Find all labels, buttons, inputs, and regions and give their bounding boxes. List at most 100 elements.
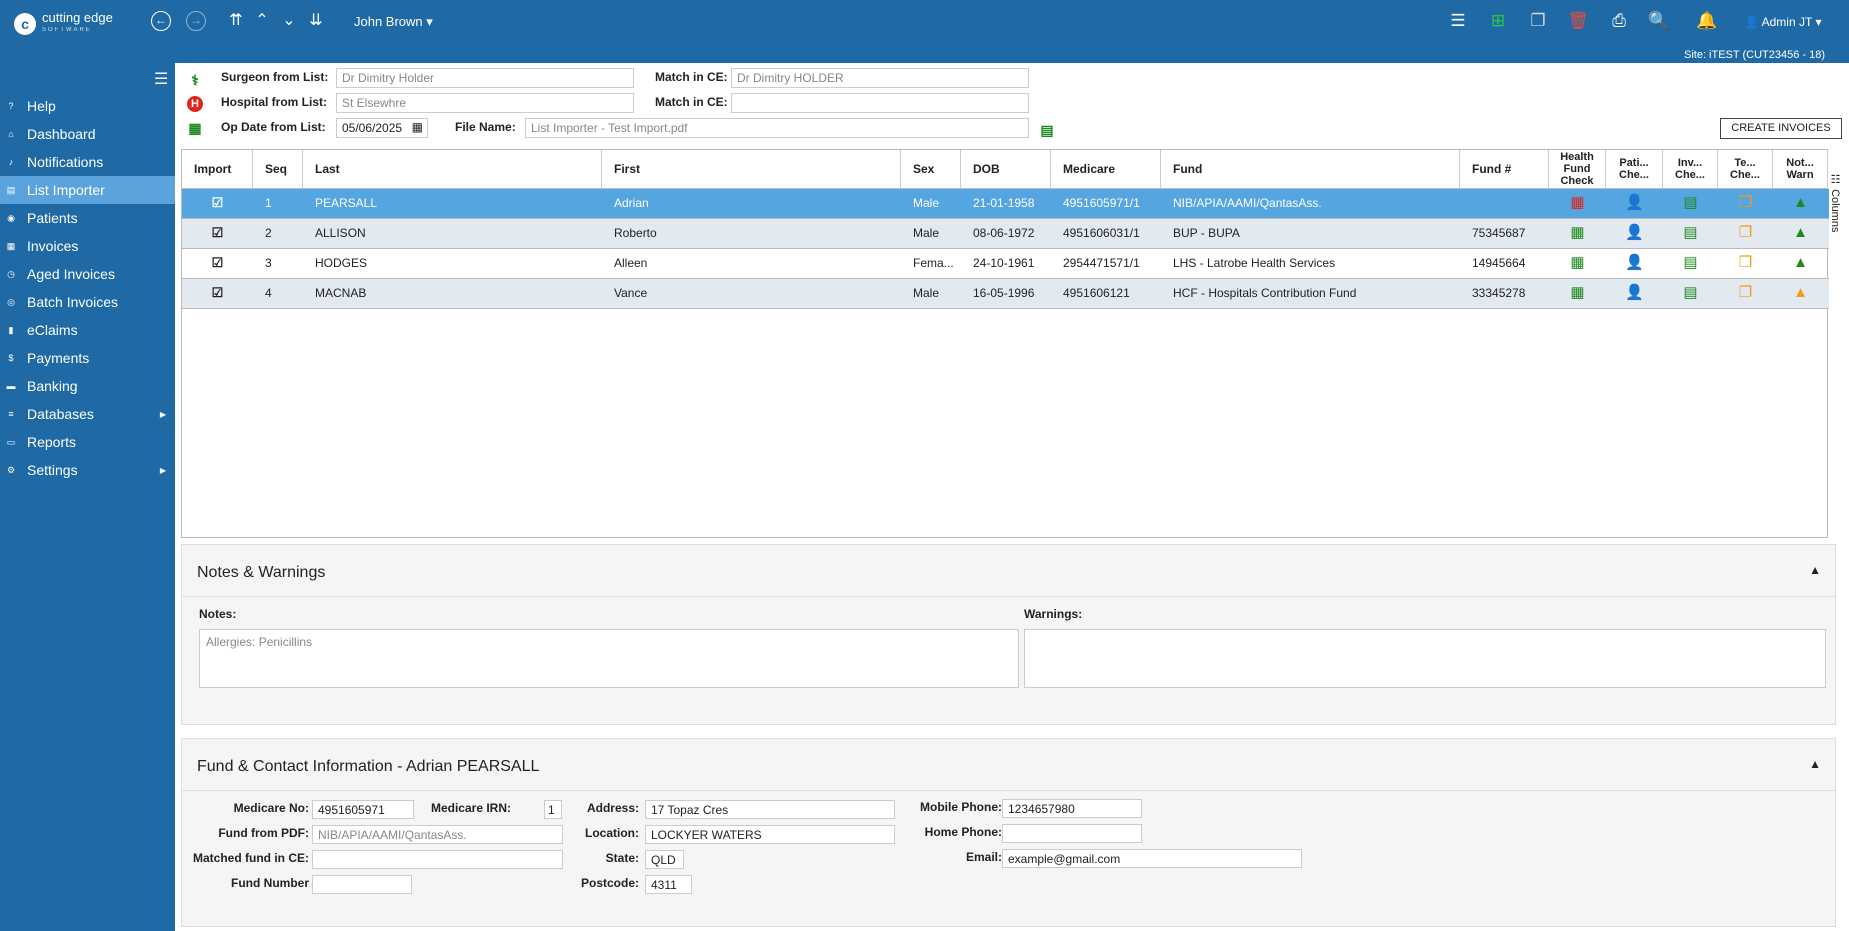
import-checkbox[interactable]: ☑ <box>212 219 224 247</box>
table-row[interactable]: ☑ 3 HODGES Alleen Fema... 24-10-1961 295… <box>182 249 1829 279</box>
columns-toggle[interactable]: ☷ Columns <box>1828 173 1842 243</box>
sidebar-item-aged-invoices[interactable]: ◷ Aged Invoices <box>0 260 175 288</box>
template-check-icon[interactable]: ❐ <box>1739 219 1752 247</box>
op-date-field[interactable]: 05/06/2025 ▦ <box>336 118 428 138</box>
table-row[interactable]: ☑ 2 ALLISON Roberto Male 08-06-1972 4951… <box>182 219 1829 249</box>
health-fund-status-icon[interactable]: ▦ <box>1570 249 1584 277</box>
previous-record-icon[interactable]: ⌃ <box>252 11 272 31</box>
chevron-up-icon[interactable]: ▲ <box>1809 563 1821 577</box>
warning-icon[interactable]: ▲ <box>1793 279 1808 307</box>
sidebar-item-reports[interactable]: ▭ Reports <box>0 428 175 456</box>
postcode-field[interactable]: 4311 <box>645 875 692 894</box>
calendar-picker-icon[interactable]: ▦ <box>412 120 423 134</box>
health-fund-status-icon[interactable]: ▦ <box>1570 189 1584 217</box>
column-header-invoice-check[interactable]: Inv... Che... <box>1663 150 1718 189</box>
import-checkbox[interactable]: ☑ <box>212 189 224 217</box>
import-checkbox[interactable]: ☑ <box>212 249 224 277</box>
column-header-health-fund-check[interactable]: Health Fund Check <box>1549 150 1606 189</box>
sidebar-item-notifications[interactable]: ♪ Notifications <box>0 148 175 176</box>
column-header-fund-number[interactable]: Fund # <box>1460 150 1549 189</box>
chevron-up-icon[interactable]: ▲ <box>1809 757 1821 771</box>
email-field[interactable]: example@gmail.com <box>1002 849 1302 868</box>
health-fund-status-icon[interactable]: ▦ <box>1570 279 1584 307</box>
column-header-first[interactable]: First <box>602 150 901 189</box>
invoice-check-icon[interactable]: ▤ <box>1683 189 1697 217</box>
sidebar-item-patients[interactable]: ◉ Patients <box>0 204 175 232</box>
notes-textarea[interactable]: Allergies: Penicillins <box>199 629 1019 688</box>
health-fund-status-icon[interactable]: ▦ <box>1570 219 1584 247</box>
next-record-icon[interactable]: ⌄ <box>279 11 299 31</box>
warning-icon[interactable]: ▲ <box>1793 219 1808 247</box>
location-field[interactable]: LOCKYER WATERS <box>645 825 895 844</box>
mobile-phone-field[interactable]: 1234657980 <box>1002 799 1142 818</box>
sidebar-item-payments[interactable]: $ Payments <box>0 344 175 372</box>
patient-check-icon[interactable]: 👤 <box>1625 189 1644 217</box>
template-check-icon[interactable]: ❐ <box>1739 279 1752 307</box>
surgeon-from-list-field[interactable]: Dr Dimitry Holder <box>336 68 634 88</box>
column-header-seq[interactable]: Seq <box>253 150 303 189</box>
import-checkbox[interactable]: ☑ <box>212 279 224 307</box>
patient-selector-dropdown[interactable]: John Brown ▾ <box>354 14 433 30</box>
medicare-irn-field[interactable]: 1 <box>544 800 562 819</box>
template-check-icon[interactable]: ❐ <box>1739 249 1752 277</box>
fund-number-field[interactable] <box>312 875 412 894</box>
address-field[interactable]: 17 Topaz Cres <box>645 800 895 819</box>
column-header-fund[interactable]: Fund <box>1161 150 1460 189</box>
create-invoices-button[interactable]: CREATE INVOICES <box>1720 118 1842 139</box>
column-header-notes-warn[interactable]: Not... Warn <box>1773 150 1828 189</box>
column-header-template-check[interactable]: Te... Che... <box>1718 150 1773 189</box>
sidebar-item-settings[interactable]: ⚙ Settings ▶ <box>0 456 175 484</box>
column-header-patient-check[interactable]: Pati... Che... <box>1606 150 1663 189</box>
table-row[interactable]: ☑ 1 PEARSALL Adrian Male 21-01-1958 4951… <box>182 189 1829 219</box>
column-header-sex[interactable]: Sex <box>901 150 961 189</box>
invoice-check-icon[interactable]: ▤ <box>1683 249 1697 277</box>
add-icon[interactable]: ⊞ <box>1487 10 1509 32</box>
medicare-no-field[interactable]: 4951605971 <box>312 800 414 819</box>
sidebar-item-dashboard[interactable]: ⌂ Dashboard <box>0 120 175 148</box>
home-phone-field[interactable] <box>1002 824 1142 843</box>
sidebar-item-eclaims[interactable]: ▮ eClaims <box>0 316 175 344</box>
state-field[interactable]: QLD <box>645 850 684 869</box>
sidebar-item-batch-invoices[interactable]: ◎ Batch Invoices <box>0 288 175 316</box>
matched-fund-field[interactable] <box>312 850 563 869</box>
forward-icon[interactable]: → <box>186 11 206 31</box>
fund-contact-header[interactable]: Fund & Contact Information - Adrian PEAR… <box>182 739 1835 791</box>
hospital-match-field[interactable] <box>731 93 1029 113</box>
patient-check-icon[interactable]: 👤 <box>1625 219 1644 247</box>
admin-dropdown[interactable]: 👤 Admin JT ▾ <box>1744 15 1821 29</box>
table-row[interactable]: ☑ 4 MACNAB Vance Male 16-05-1996 4951606… <box>182 279 1829 309</box>
sidebar-item-list-importer[interactable]: ▤ List Importer <box>0 176 175 204</box>
fund-from-pdf-field[interactable]: NIB/APIA/AAMI/QantasAss. <box>312 825 563 844</box>
copy-icon[interactable]: ❐ <box>1527 10 1549 32</box>
last-record-icon[interactable]: ⇊ <box>306 11 326 31</box>
patient-check-icon[interactable]: 👤 <box>1625 249 1644 277</box>
excel-file-icon[interactable]: ▤ <box>1039 122 1055 138</box>
sidebar-item-help[interactable]: ? Help <box>0 92 175 120</box>
sidebar-item-databases[interactable]: ≡ Databases ▶ <box>0 400 175 428</box>
invoice-check-icon[interactable]: ▤ <box>1683 219 1697 247</box>
sidebar-item-banking[interactable]: ▬ Banking <box>0 372 175 400</box>
back-icon[interactable]: ← <box>151 11 171 31</box>
first-record-icon[interactable]: ⇈ <box>226 11 246 31</box>
file-name-field[interactable]: List Importer - Test Import.pdf <box>525 118 1029 138</box>
column-header-import[interactable]: Import <box>182 150 253 189</box>
hospital-from-list-field[interactable]: St Elsewhre <box>336 93 634 113</box>
hamburger-menu-icon[interactable]: ☰ <box>154 69 168 89</box>
surgeon-match-field[interactable]: Dr Dimitry HOLDER <box>731 68 1029 88</box>
print-icon[interactable]: ⎙ <box>1608 10 1630 32</box>
patient-check-icon[interactable]: 👤 <box>1625 279 1644 307</box>
preview-icon[interactable]: 🔍 <box>1648 10 1670 32</box>
warnings-textarea[interactable] <box>1024 629 1826 688</box>
column-header-medicare[interactable]: Medicare <box>1051 150 1161 189</box>
notes-warnings-header[interactable]: Notes & Warnings ▲ <box>182 545 1835 597</box>
invoice-check-icon[interactable]: ▤ <box>1683 279 1697 307</box>
list-icon[interactable]: ☰ <box>1447 10 1469 32</box>
bell-icon[interactable]: 🔔 <box>1696 10 1718 32</box>
column-header-last[interactable]: Last <box>303 150 602 189</box>
template-check-icon[interactable]: ❐ <box>1739 189 1752 217</box>
warning-icon[interactable]: ▲ <box>1793 249 1808 277</box>
column-header-dob[interactable]: DOB <box>961 150 1051 189</box>
warning-icon[interactable]: ▲ <box>1793 189 1808 217</box>
delete-icon[interactable]: 🗑 <box>1567 10 1589 32</box>
sidebar-item-invoices[interactable]: ▦ Invoices <box>0 232 175 260</box>
